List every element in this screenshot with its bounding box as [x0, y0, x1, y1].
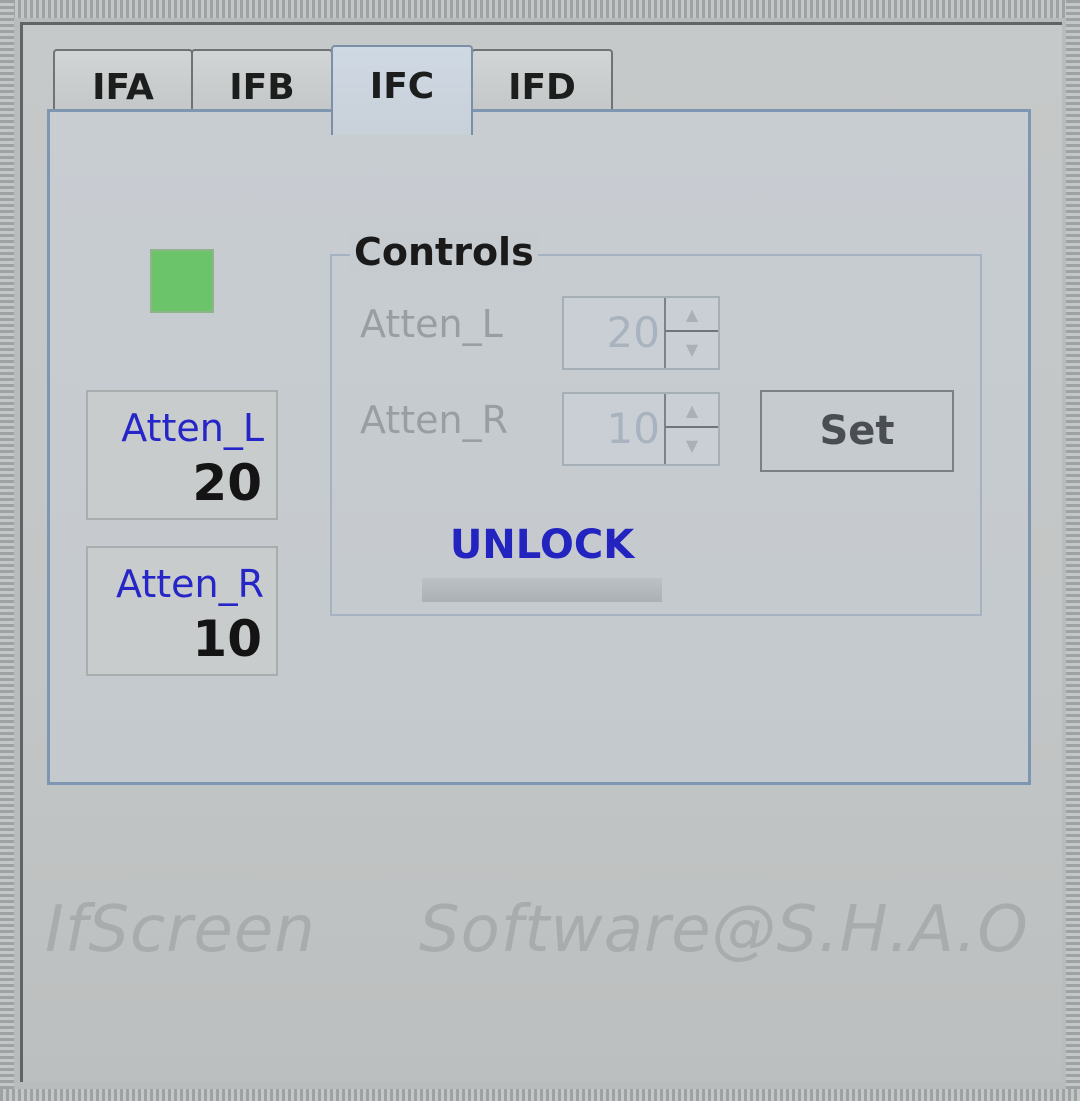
atten-r-spinbox[interactable]: 10 ▲ ▼ [562, 392, 720, 466]
atten-l-readout-label: Atten_L [121, 406, 264, 450]
unlock-button-shade [422, 578, 662, 602]
atten-r-spinbox-value[interactable]: 10 [607, 404, 660, 453]
atten-l-readout: Atten_L 20 [86, 390, 278, 520]
set-button[interactable]: Set [760, 390, 954, 472]
increment-arrow-icon[interactable]: ▲ [666, 394, 718, 428]
atten-l-spinbox[interactable]: 20 ▲ ▼ [562, 296, 720, 370]
set-button-label: Set [819, 408, 895, 454]
screen-bezel-top [0, 0, 1080, 18]
tab-panel-ifc: Atten_L 20 Atten_R 10 Controls Atten_L 2… [47, 109, 1031, 785]
decrement-arrow-icon[interactable]: ▼ [666, 428, 718, 462]
footer-credit: Software@S.H.A.O [419, 893, 1029, 967]
increment-arrow-icon[interactable]: ▲ [666, 298, 718, 332]
atten-r-readout-label: Atten_R [116, 562, 264, 606]
screen-bezel-left [0, 0, 14, 1101]
controls-title: Controls [350, 230, 538, 274]
screen-bezel-right [1066, 0, 1080, 1101]
atten-l-spinbox-value[interactable]: 20 [607, 308, 660, 357]
atten-r-readout: Atten_R 10 [86, 546, 278, 676]
tab-label: IFA [92, 66, 154, 108]
atten-l-spinbox-arrows: ▲ ▼ [664, 298, 718, 368]
atten-l-control-label: Atten_L [360, 302, 503, 346]
unlock-button-label: UNLOCK [449, 522, 635, 568]
tab-label: IFB [229, 66, 295, 108]
unlock-button[interactable]: UNLOCK [422, 516, 662, 602]
atten-r-control-label: Atten_R [360, 398, 508, 442]
decrement-arrow-icon[interactable]: ▼ [666, 332, 718, 366]
tab-label: IFD [508, 66, 576, 108]
app-window: IFA IFB IFC IFD Atten_L 20 Atten_R 10 Co… [20, 22, 1062, 1082]
screen-bezel-bottom [0, 1089, 1080, 1101]
status-indicator [150, 249, 214, 313]
atten-l-readout-value: 20 [192, 454, 262, 512]
atten-r-readout-value: 10 [192, 610, 262, 668]
atten-r-spinbox-arrows: ▲ ▼ [664, 394, 718, 464]
footer-app-name: IfScreen [45, 893, 316, 967]
tab-label: IFC [369, 65, 435, 107]
tab-ifc[interactable]: IFC [331, 45, 473, 135]
